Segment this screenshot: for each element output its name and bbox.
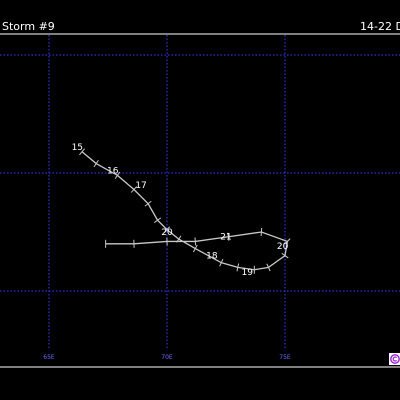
day-labels: 15 16 17 20 18 19 20 21 (72, 143, 289, 278)
day-label: 21 (220, 233, 231, 243)
day-label: 15 (72, 143, 83, 153)
day-label: 20 (161, 228, 173, 238)
longitude-labels: 65E 70E 75E (43, 354, 291, 361)
day-label: 20 (277, 242, 289, 252)
map-canvas: 15 16 17 20 18 19 20 21 65E 70E 75E (0, 33, 400, 368)
longitude-label: 70E (161, 354, 173, 361)
day-label: 19 (242, 268, 254, 278)
track-point-tick (260, 227, 263, 237)
day-label: 17 (135, 181, 146, 191)
grid-layer (0, 35, 400, 348)
track-point-tick (194, 237, 197, 246)
day-label: 18 (206, 252, 218, 262)
track-point-tick (93, 159, 99, 168)
longitude-label: 75E (279, 354, 291, 361)
storm-track-map: Storm #9 14-22 D 15 16 17 20 18 19 20 21 65E 70E… (0, 0, 400, 400)
day-label: 16 (107, 167, 119, 177)
longitude-label: 65E (43, 354, 55, 361)
track-point-tick (192, 244, 198, 253)
